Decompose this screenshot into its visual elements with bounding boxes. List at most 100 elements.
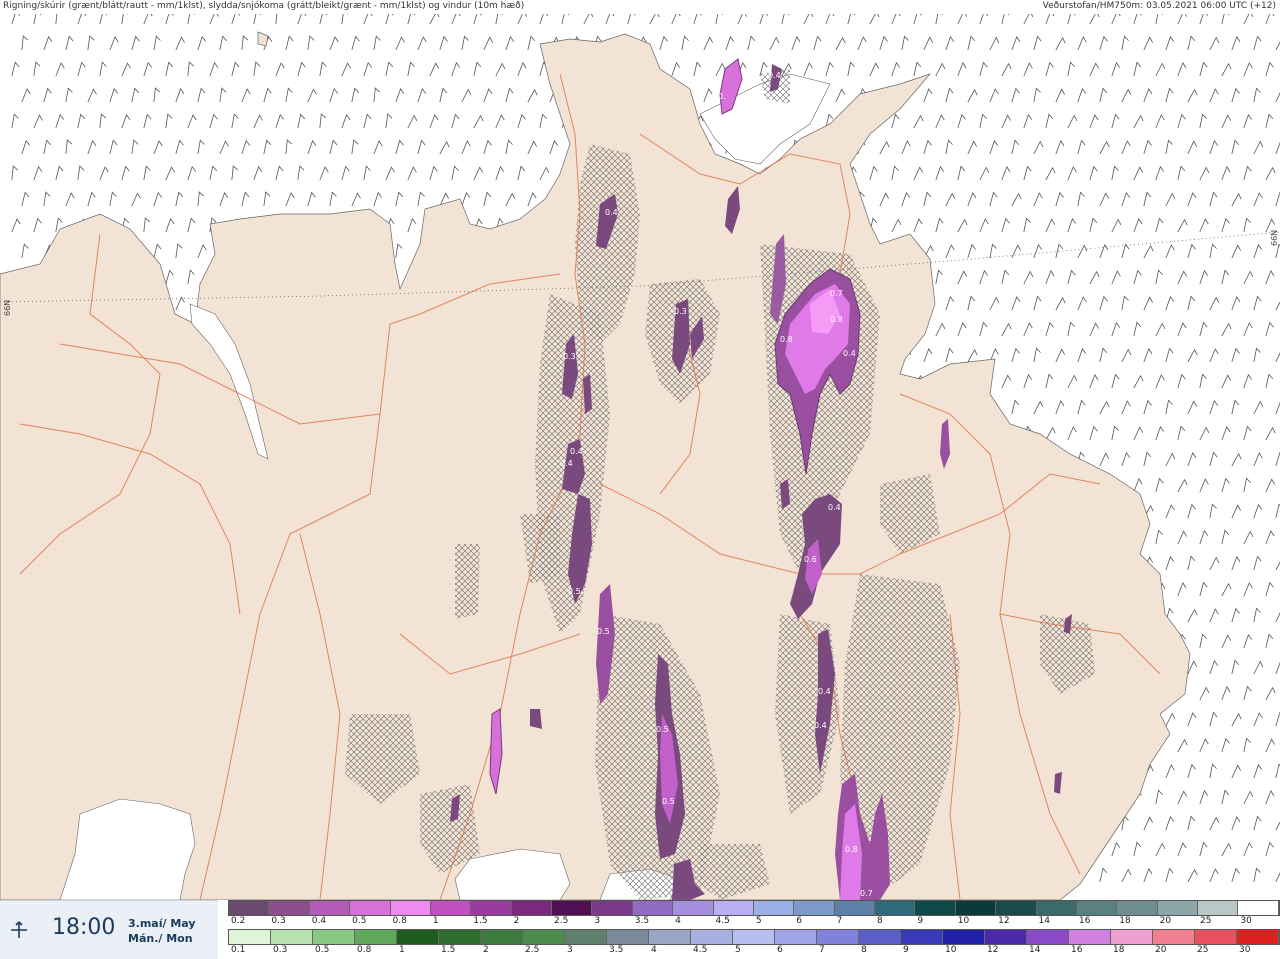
scale-label: 9 (917, 916, 924, 926)
scale-swatch (390, 901, 431, 915)
svg-text:0.4: 0.4 (768, 71, 781, 80)
scale-label: 18 (1119, 916, 1131, 926)
scale-cell: 1.5 (439, 930, 481, 955)
scale-cell: 16 (1076, 901, 1118, 926)
scale-swatch (673, 901, 714, 915)
scale-cell: 2 (481, 930, 523, 955)
scale-cell: 12 (985, 930, 1027, 955)
grid-label-left: 66N (3, 299, 12, 316)
scale-label: 6 (777, 945, 783, 955)
scale-swatch (269, 901, 310, 915)
scale-swatch (607, 930, 649, 944)
scale-cell: 4 (673, 901, 714, 926)
wind-icon[interactable] (8, 919, 30, 941)
rain-color-scale: 0.1 0.3 0.5 0.8 1 1.5 2 2.5 3 3.5 4 4.5 5 6 7 8 9 10 12 14 1… (228, 929, 1280, 955)
scale-cell: 6 (794, 901, 835, 926)
scale-cell: 3.5 (607, 930, 649, 955)
svg-text:0.4: 0.4 (570, 447, 583, 456)
scale-label: 16 (1071, 945, 1083, 955)
scale-cell: 3 (565, 930, 607, 955)
svg-text:0.4: 0.4 (605, 208, 618, 217)
scale-cell: 1 (430, 901, 472, 926)
scale-cell: 5 (733, 930, 775, 955)
scale-swatch (1036, 901, 1077, 915)
scale-swatch (1198, 901, 1239, 915)
scale-cell: 0.8 (390, 901, 431, 926)
forecast-date-line2: Mán./ Mon (128, 932, 193, 945)
svg-text:0.6: 0.6 (804, 555, 817, 564)
scale-label: 18 (1113, 945, 1125, 955)
scale-cell: 0.1 (229, 930, 271, 955)
scale-swatch (1157, 901, 1198, 915)
scale-swatch (817, 930, 859, 944)
scale-cell: 4.5 (713, 901, 754, 926)
scale-swatch (397, 930, 439, 944)
svg-text:0.4: 0.4 (828, 503, 841, 512)
scale-swatch (471, 901, 512, 915)
svg-text:0.7: 0.7 (860, 889, 873, 898)
scale-swatch (733, 930, 775, 944)
scale-label: 0.5 (352, 916, 367, 926)
scale-cell: 2.5 (523, 930, 565, 955)
scale-swatch (859, 930, 901, 944)
scale-cell: 0.8 (355, 930, 397, 955)
forecast-date-line1: 3.maí/ May (128, 917, 196, 930)
scale-cell: 0.3 (269, 901, 310, 926)
scale-label: 9 (903, 945, 909, 955)
scale-cell: 25 (1198, 901, 1239, 926)
scale-label: 25 (1200, 916, 1212, 926)
scale-label: 4 (675, 916, 681, 926)
scale-swatch (565, 930, 607, 944)
scale-label: 3.5 (609, 945, 624, 955)
scale-label: 3 (594, 916, 601, 926)
scale-cell: 20 (1157, 901, 1198, 926)
scale-label: 0.4 (311, 916, 327, 926)
scale-swatch (1069, 930, 1111, 944)
scale-swatch (511, 901, 552, 915)
scale-swatch (775, 930, 817, 944)
scale-swatch (955, 901, 997, 915)
svg-text:0.3: 0.3 (563, 352, 576, 361)
scale-cell: 3.5 (632, 901, 674, 926)
scale-cell: 14 (1027, 930, 1069, 955)
scale-cell: 9 (901, 930, 943, 955)
scale-swatch (1117, 901, 1158, 915)
scale-swatch (350, 901, 391, 915)
scale-swatch (875, 901, 916, 915)
scale-label: 2 (483, 945, 489, 955)
svg-text:0.: 0. (718, 92, 726, 101)
scale-label: 0.1 (231, 945, 246, 955)
scale-cell: 7 (817, 930, 859, 955)
scale-cell: 20 (1153, 930, 1195, 955)
scale-cell: 0.4 (309, 901, 351, 926)
scale-swatch (271, 930, 313, 944)
scale-label: 3 (567, 945, 573, 955)
scale-label: 0.5 (315, 945, 330, 955)
scale-swatch (632, 901, 674, 915)
scale-label: 5 (755, 916, 762, 926)
scale-label: 16 (1078, 916, 1091, 926)
svg-text:0.4: 0.4 (560, 459, 573, 468)
scale-swatch (592, 901, 633, 915)
scale-label: 0.3 (271, 916, 286, 926)
scale-cell: 14 (1036, 901, 1077, 926)
scale-swatch (1237, 930, 1279, 944)
scale-swatch (439, 930, 481, 944)
scale-cell: 0.2 (229, 901, 270, 926)
scale-cell: 3 (592, 901, 633, 926)
svg-text:0.7: 0.7 (830, 289, 843, 298)
scale-swatch (481, 930, 523, 944)
scale-swatch (1111, 930, 1153, 944)
snow-color-scale: 0.2 0.3 0.4 0.5 0.8 1 1.5 2 2.5 3 3.5 4 4.5 5 6 7 8 9 10 12… (228, 900, 1280, 926)
svg-text:0.5: 0.5 (656, 725, 669, 734)
scale-label: 12 (987, 945, 999, 955)
scale-label: 14 (1029, 945, 1041, 955)
scale-swatch (430, 901, 472, 915)
map-canvas: 0.4 0.3 0.3 0.4 0.4 0.5 0.5 0.5 0.5 0.8 … (0, 14, 1280, 900)
scale-swatch (229, 930, 271, 944)
scale-swatch (552, 901, 593, 915)
scale-swatch (1238, 901, 1279, 915)
scale-label: 4.5 (715, 916, 730, 926)
weather-map[interactable]: 0.4 0.3 0.3 0.4 0.4 0.5 0.5 0.5 0.5 0.8 … (0, 14, 1280, 900)
ice-cap-southwest (59, 798, 196, 900)
